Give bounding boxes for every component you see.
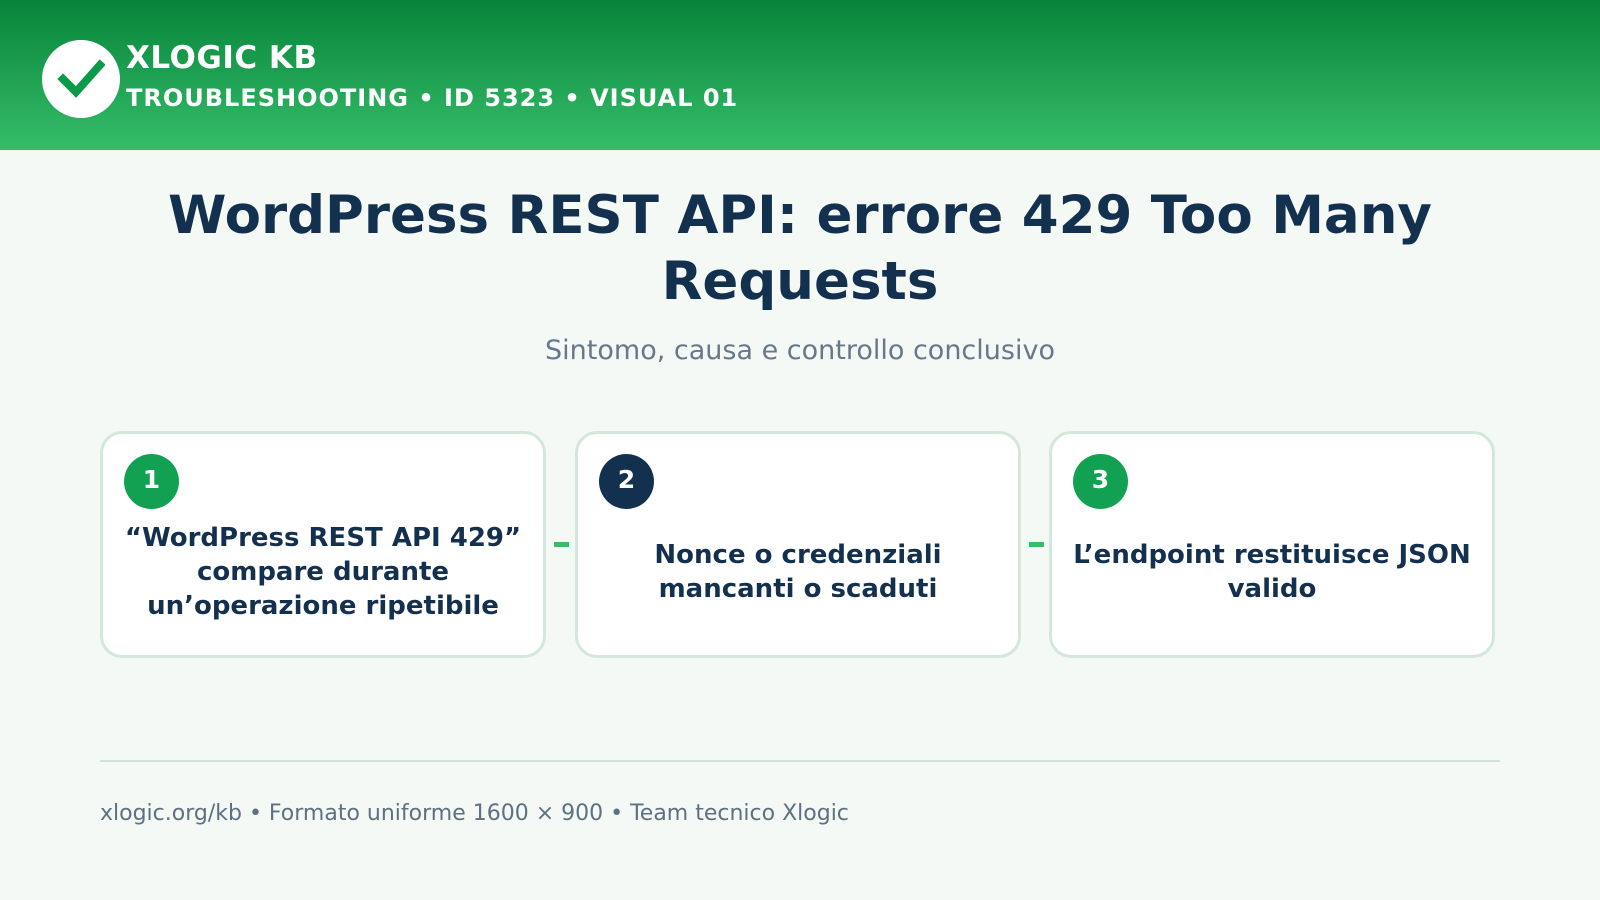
brand-name: XLOGIC KB (126, 40, 318, 76)
page-title: WordPress REST API: errore 429 Too Many … (168, 185, 1432, 312)
step-connector (554, 542, 569, 547)
breadcrumb: TROUBLESHOOTING • ID 5323 • VISUAL 01 (126, 84, 739, 112)
logo (42, 40, 120, 118)
header-banner: XLOGIC KB TROUBLESHOOTING • ID 5323 • VI… (0, 0, 1600, 150)
step-number-badge: 1 (124, 454, 179, 509)
page-subtitle: Sintomo, causa e controllo conclusivo (545, 335, 1055, 366)
step-text: L’endpoint restituisce JSON valido (1073, 539, 1471, 604)
step-number-badge: 2 (599, 454, 654, 509)
step-number-badge: 3 (1073, 454, 1128, 509)
step-text: Nonce o credenziali mancanti o scaduti (654, 539, 942, 604)
footer-divider (100, 760, 1500, 762)
step-card-3: 3 L’endpoint restituisce JSON valido (1049, 431, 1495, 658)
step-connector (1029, 542, 1044, 547)
step-text: “WordPress REST API 429” compare durante… (124, 522, 522, 621)
step-card-2: 2 Nonce o credenziali mancanti o scaduti (575, 431, 1021, 658)
footer-text: xlogic.org/kb • Formato uniforme 1600 × … (100, 801, 849, 826)
step-card-1: 1 “WordPress REST API 429” compare duran… (100, 431, 546, 658)
check-icon (57, 59, 105, 98)
